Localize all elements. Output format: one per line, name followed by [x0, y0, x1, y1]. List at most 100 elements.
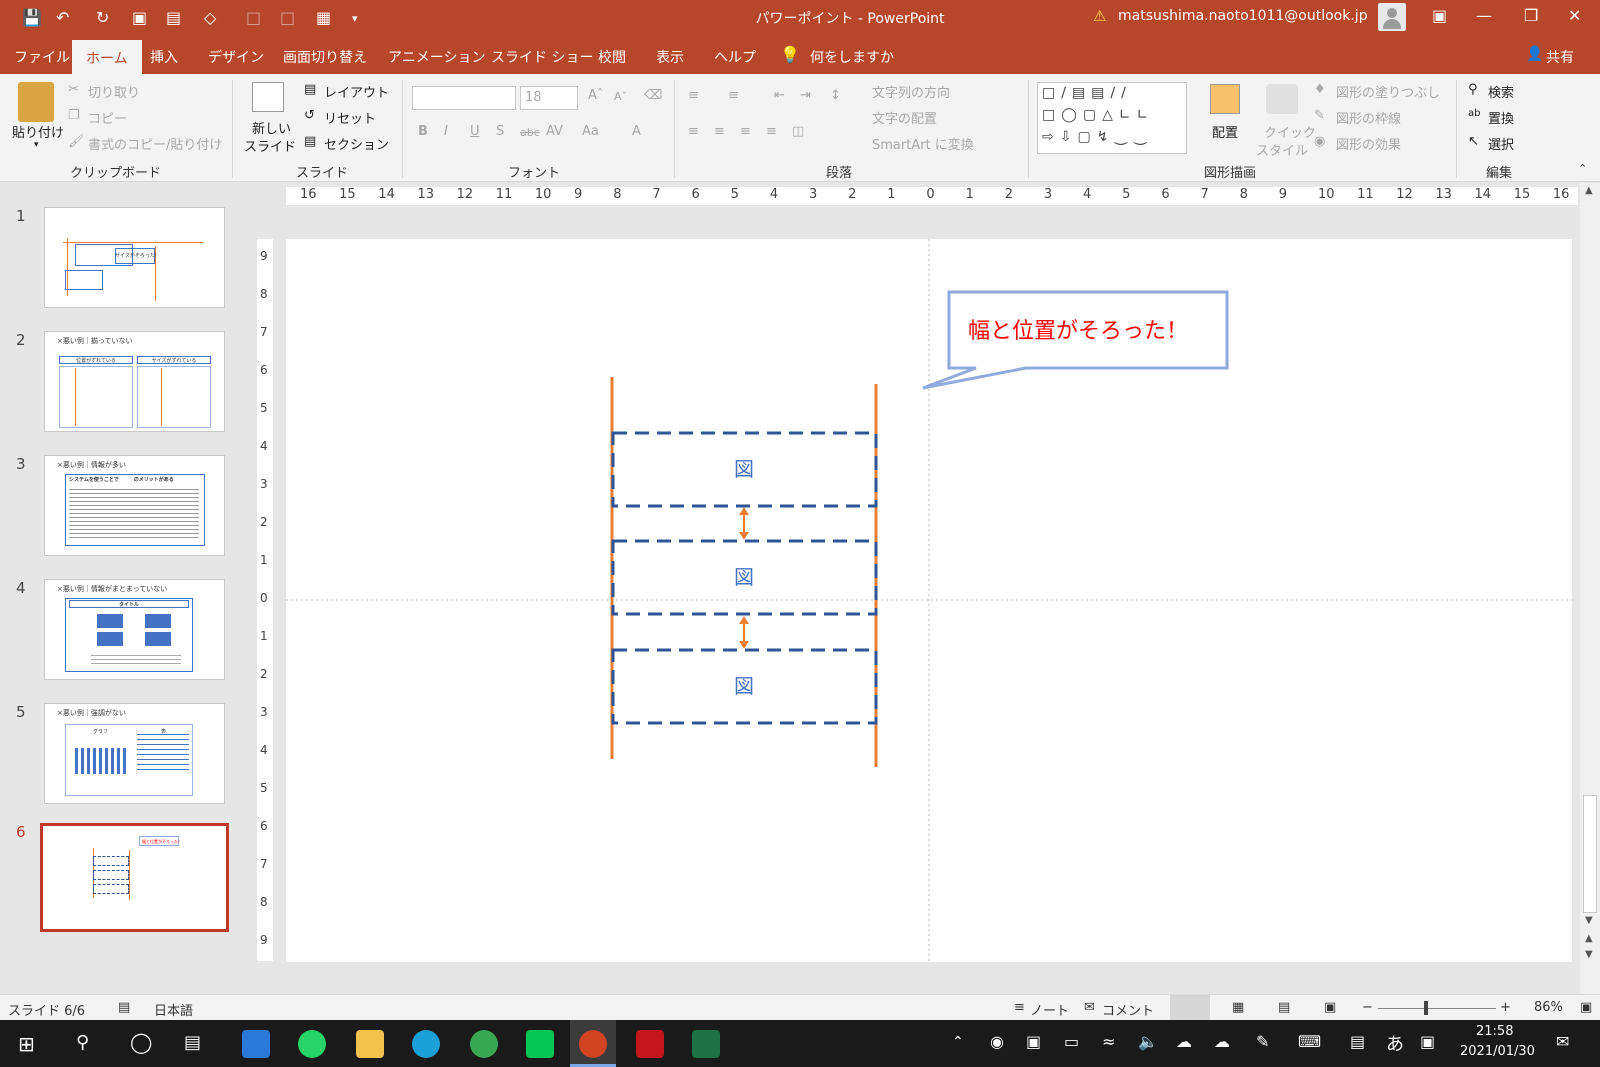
- figure-label-3[interactable]: 図: [686, 670, 802, 699]
- reading-view-icon[interactable]: ▤: [1278, 1000, 1290, 1015]
- font-color-icon[interactable]: A: [632, 124, 641, 139]
- keyboard-icon[interactable]: ⌨: [1298, 1032, 1321, 1051]
- avatar[interactable]: [1378, 3, 1406, 31]
- decrease-indent-icon[interactable]: ⇤: [774, 88, 785, 103]
- tab-file[interactable]: ファイル: [14, 47, 70, 67]
- font-size-combobox[interactable]: 18: [520, 86, 578, 110]
- shrink-font-icon[interactable]: Aˇ: [614, 90, 627, 103]
- zoom-level[interactable]: 86%: [1534, 1000, 1563, 1015]
- fit-slide-icon[interactable]: ▣: [1580, 1000, 1592, 1015]
- whatsapp-icon[interactable]: [298, 1030, 326, 1058]
- copy-button[interactable]: コピー: [88, 108, 127, 127]
- columns-icon[interactable]: ◫: [792, 124, 804, 139]
- next-slide-icon[interactable]: ▼: [1585, 949, 1593, 960]
- scroll-down-icon[interactable]: ▼: [1585, 915, 1593, 926]
- warning-icon[interactable]: ⚠: [1093, 7, 1106, 25]
- shadow-icon[interactable]: S: [496, 124, 504, 139]
- account-email[interactable]: matsushima.naoto1011@outlook.jp: [1118, 8, 1368, 24]
- share-button[interactable]: 共有: [1546, 47, 1574, 67]
- tab-help[interactable]: ヘルプ: [714, 47, 756, 67]
- search-icon[interactable]: ⚲: [76, 1032, 89, 1053]
- align-left-icon[interactable]: ≡: [688, 124, 699, 139]
- onedrive-icon[interactable]: ☁: [1176, 1032, 1192, 1051]
- clock-time[interactable]: 21:58: [1476, 1024, 1513, 1039]
- justify-icon[interactable]: ≡: [766, 124, 777, 139]
- select-button[interactable]: 選択: [1488, 134, 1514, 153]
- slide-thumbnail-3[interactable]: ×悪い例｜情報が多い システムを使うことで のメリットがある: [44, 455, 225, 556]
- bullets-icon[interactable]: ≡: [688, 88, 699, 103]
- notes-button[interactable]: ノート: [1030, 1000, 1069, 1019]
- ribbon-display-icon[interactable]: ▣: [1432, 6, 1447, 25]
- fill-icon[interactable]: ♦: [1314, 82, 1326, 97]
- text-direction-button[interactable]: 文字列の方向: [872, 82, 950, 101]
- shape-fill-button[interactable]: 図形の塗りつぶし: [1336, 82, 1440, 101]
- tab-review[interactable]: 校閲: [598, 47, 626, 67]
- quick-styles-label-2[interactable]: スタイル: [1256, 140, 1308, 159]
- powerpoint-taskbar-active[interactable]: [570, 1020, 616, 1067]
- slide-thumbnail-6[interactable]: 幅と位置がそろった！: [40, 823, 229, 932]
- vertical-scrollbar[interactable]: ▲ ▼ ▲ ▼: [1580, 183, 1600, 994]
- format-painter-button[interactable]: 書式のコピー/貼り付け: [88, 134, 222, 153]
- minimize-icon[interactable]: —: [1476, 6, 1492, 25]
- cut-button[interactable]: 切り取り: [88, 82, 140, 101]
- new-slide-icon[interactable]: [252, 82, 284, 112]
- task-view-icon[interactable]: ▤: [184, 1032, 201, 1053]
- outline-icon[interactable]: ✎: [1314, 108, 1325, 123]
- acrobat-icon[interactable]: [636, 1030, 664, 1058]
- start-icon[interactable]: ⊞: [18, 1032, 35, 1056]
- shapes-gallery[interactable]: □∕▤▤∕∕ □◯▢△∟∟ ⇨⇩▢↯⏝⏝: [1037, 82, 1187, 154]
- meet-icon[interactable]: ◉: [990, 1032, 1004, 1051]
- layout-icon[interactable]: ▤: [304, 82, 316, 97]
- scrollbar-thumb[interactable]: [1583, 795, 1597, 913]
- excel-icon[interactable]: [692, 1030, 720, 1058]
- arrange-icon[interactable]: [1210, 84, 1240, 114]
- notification-icon[interactable]: ✉: [1556, 1032, 1569, 1051]
- slide-sorter-icon[interactable]: ▦: [1232, 1000, 1244, 1015]
- scroll-up-icon[interactable]: ▲: [1585, 185, 1593, 196]
- chrome-icon[interactable]: [470, 1030, 498, 1058]
- search-icon[interactable]: ⚲: [1468, 82, 1478, 97]
- align-center-icon[interactable]: ≡: [714, 124, 725, 139]
- slide-thumbnail-1[interactable]: サイズがそろった!: [44, 207, 225, 308]
- grow-font-icon[interactable]: Aˆ: [588, 88, 603, 103]
- paste-button[interactable]: 貼り付け: [12, 122, 64, 141]
- font-name-combobox[interactable]: [412, 86, 516, 110]
- zoom-in-icon[interactable]: +: [1500, 1000, 1511, 1015]
- comments-button[interactable]: コメント: [1102, 1000, 1154, 1019]
- tab-transitions[interactable]: 画面切り替え: [283, 47, 367, 67]
- format-painter-icon[interactable]: 🖌: [68, 134, 85, 149]
- replace-icon[interactable]: ab: [1468, 108, 1480, 119]
- collapse-ribbon-icon[interactable]: ⌃: [1578, 162, 1587, 175]
- reset-icon[interactable]: ↺: [304, 108, 315, 123]
- figure-label-2[interactable]: 図: [686, 561, 802, 590]
- language-indicator[interactable]: 日本語: [154, 1000, 193, 1019]
- cortana-icon[interactable]: ◯: [130, 1030, 152, 1054]
- comments-icon[interactable]: ✉: [1084, 1000, 1095, 1015]
- bold-icon[interactable]: B: [418, 124, 428, 139]
- find-button[interactable]: 検索: [1488, 82, 1514, 101]
- shape-outline-button[interactable]: 図形の枠線: [1336, 108, 1401, 127]
- ime-pad-icon[interactable]: ▣: [1420, 1032, 1435, 1051]
- layout-icon[interactable]: ▤: [1350, 1032, 1365, 1051]
- numbering-icon[interactable]: ≡: [728, 88, 739, 103]
- select-icon[interactable]: ↖: [1468, 134, 1479, 149]
- replace-button[interactable]: 置換: [1488, 108, 1514, 127]
- align-right-icon[interactable]: ≡: [740, 124, 751, 139]
- tab-view[interactable]: 表示: [656, 47, 684, 67]
- slide-thumbnail-4[interactable]: ×悪い例｜情報がまとまっていない タイトル: [44, 579, 225, 680]
- screen-icon[interactable]: ▣: [1026, 1032, 1041, 1051]
- pen-icon[interactable]: ✎: [1256, 1032, 1269, 1051]
- tab-animations[interactable]: アニメーション: [388, 47, 485, 67]
- shape-effects-button[interactable]: 図形の効果: [1336, 134, 1401, 153]
- zoom-out-icon[interactable]: −: [1362, 1000, 1373, 1015]
- show-hidden-icons-icon[interactable]: ⌃: [952, 1034, 964, 1050]
- normal-view-button[interactable]: [1170, 995, 1210, 1020]
- change-case-icon[interactable]: Aa: [582, 124, 599, 139]
- line-icon[interactable]: [526, 1030, 554, 1058]
- section-icon[interactable]: ▤: [304, 134, 316, 149]
- callout-text[interactable]: 幅と位置がそろった！: [968, 313, 1188, 345]
- ime-indicator[interactable]: あ: [1386, 1030, 1404, 1056]
- slide-thumbnail-5[interactable]: ×悪い例｜強調がない グラフ 表: [44, 703, 225, 804]
- tell-me-input[interactable]: 何をしますか: [810, 47, 894, 67]
- edge-icon[interactable]: [412, 1030, 440, 1058]
